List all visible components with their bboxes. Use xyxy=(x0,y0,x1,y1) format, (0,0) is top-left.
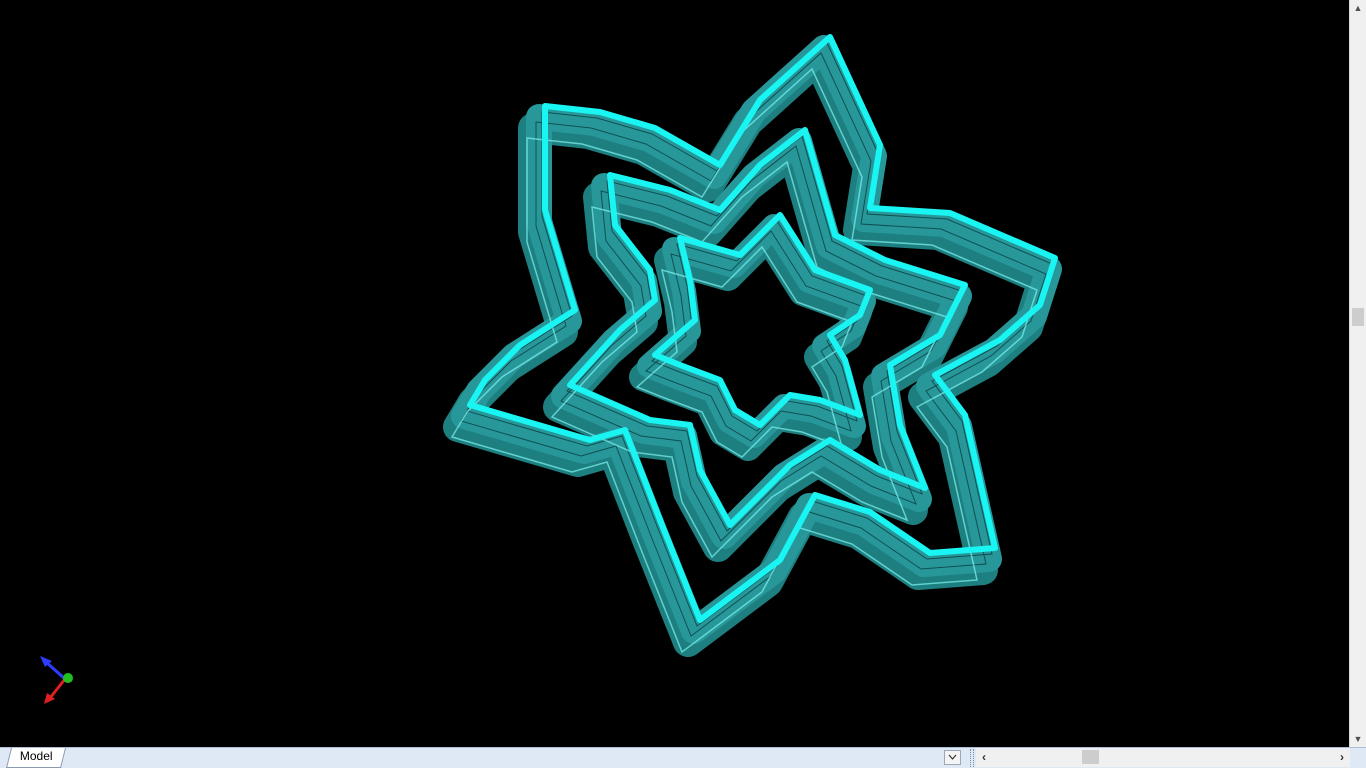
model-viewport[interactable] xyxy=(0,0,1349,747)
horizontal-scrollbar[interactable]: ‹ › xyxy=(976,748,1350,767)
scroll-up-icon[interactable]: ▲ xyxy=(1350,0,1366,16)
bottom-tab-bar: Model ‹ › xyxy=(0,747,1366,768)
scroll-down-icon[interactable]: ▼ xyxy=(1350,731,1366,747)
tab-menu-button[interactable] xyxy=(944,750,961,765)
horizontal-scroll-thumb[interactable] xyxy=(1082,750,1099,764)
tab-model[interactable]: Model xyxy=(6,748,66,768)
vertical-scrollbar[interactable]: ▲ ▼ xyxy=(1349,0,1366,747)
tab-model-label: Model xyxy=(19,749,53,763)
axis-triad-icon xyxy=(40,656,73,704)
scroll-left-icon[interactable]: ‹ xyxy=(976,748,992,767)
tab-scroll-splitter[interactable] xyxy=(970,749,974,767)
scroll-right-icon[interactable]: › xyxy=(1334,748,1350,767)
vertical-scroll-thumb[interactable] xyxy=(1352,308,1364,326)
3d-model[interactable] xyxy=(0,0,1349,747)
chevron-down-icon xyxy=(948,754,957,760)
